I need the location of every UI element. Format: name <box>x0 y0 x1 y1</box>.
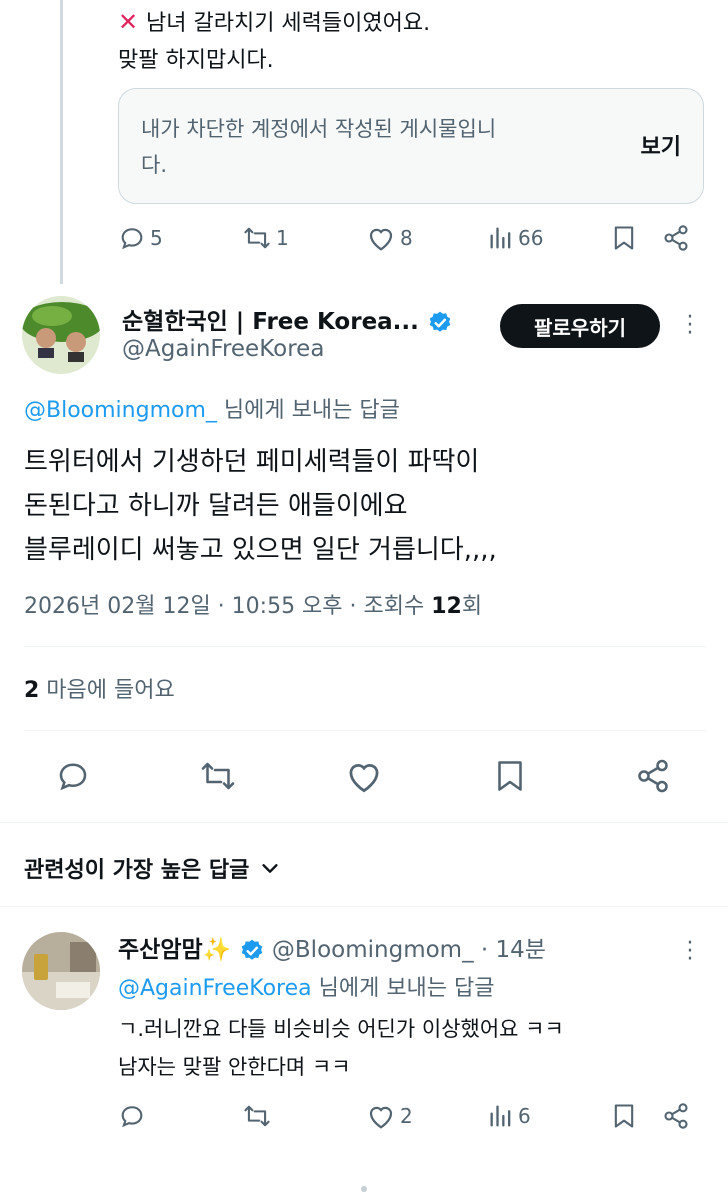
prev-post-line1: 남녀 갈라치기 세력들이였어요. <box>146 11 431 36</box>
reply-reply-to-line: @AgainFreeKorea 님에게 보내는 답글 <box>118 970 495 1002</box>
views-icon <box>490 1105 511 1127</box>
verified-badge-icon <box>241 939 262 960</box>
reply-count: 5 <box>150 226 163 250</box>
share-icon <box>638 759 668 793</box>
view-unit: 회 <box>461 594 483 619</box>
view-button[interactable]: 보기 <box>641 129 681 161</box>
heart-icon <box>369 228 393 251</box>
main-repost-button[interactable] <box>198 758 238 794</box>
reply-text-line1: ㄱ.러니깐요 다들 비슷비슷 어딘가 이상했어요 ㅋㅋ <box>118 1017 564 1041</box>
sort-dropdown[interactable]: 관련성이 가장 높은 답글 <box>24 852 281 884</box>
reply-share-button[interactable] <box>662 1102 690 1130</box>
chevron-down-icon <box>262 864 278 873</box>
loading-dot <box>361 1186 367 1192</box>
share-icon <box>664 225 688 251</box>
divider <box>24 730 706 731</box>
views-button[interactable]: 66 <box>488 224 543 252</box>
reply-button[interactable]: 5 <box>118 224 163 252</box>
divider <box>0 822 728 823</box>
like-count: 8 <box>400 226 413 250</box>
main-text-line2: 돈된다고 하니까 달려든 애들이에요 <box>24 491 408 521</box>
reply-time: · 14분 <box>473 937 546 963</box>
views-count: 66 <box>518 226 544 250</box>
like-button[interactable]: 8 <box>366 224 413 252</box>
main-share-button[interactable] <box>634 758 672 794</box>
reply-reply-to-handle[interactable]: @AgainFreeKorea <box>118 976 312 1001</box>
follow-button[interactable]: 팔로우하기 <box>500 304 660 348</box>
reply-author-handle[interactable]: @Bloomingmom_ <box>272 937 474 963</box>
main-reply-button[interactable] <box>54 758 92 794</box>
divider <box>0 906 728 907</box>
bookmark-icon <box>614 226 634 250</box>
bookmark-icon <box>498 761 522 791</box>
sort-label: 관련성이 가장 높은 답글 <box>24 858 250 883</box>
likes-count: 2 <box>24 678 40 703</box>
more-options-icon[interactable]: · · · <box>686 307 694 345</box>
reply-text: ㄱ.러니깐요 다들 비슷비슷 어딘가 이상했어요 ㅋㅋ 남자는 맞팔 안한다며 … <box>118 1010 708 1086</box>
prev-post-line2: 맞팔 하지맙시다. <box>118 48 274 73</box>
author-handle[interactable]: @AgainFreeKorea <box>122 336 324 362</box>
reply-views-count: 6 <box>518 1104 531 1128</box>
reply-to-suffix: 님에게 보내는 답글 <box>216 398 400 423</box>
repost-icon <box>244 227 270 249</box>
main-text-line1: 트위터에서 기생하던 페미세력들이 파딱이 <box>24 447 480 477</box>
verified-badge-icon <box>429 311 451 332</box>
author-name[interactable]: 순혈한국인 | Free Korea... <box>122 309 419 335</box>
bookmark-icon <box>614 1104 634 1128</box>
reply-bookmark-button[interactable] <box>612 1102 636 1130</box>
reply-icon <box>121 1106 143 1128</box>
blocked-notice: 내가 차단한 계정에서 작성된 게시물입니다. <box>141 117 497 177</box>
likes-label: 마음에 들어요 <box>39 678 175 703</box>
share-icon <box>664 1103 688 1129</box>
divider <box>24 646 706 647</box>
reply-header: 주산암맘✨ @Bloomingmom_ · 14분 <box>118 930 546 964</box>
main-text-line3: 블루레이디 써놓고 있으면 일단 거릅니다,,,, <box>24 535 497 565</box>
avatar-image <box>22 296 100 374</box>
view-count: 12 <box>431 594 462 619</box>
reply-like-count: 2 <box>400 1104 413 1128</box>
repost-icon <box>244 1105 270 1127</box>
cross-mark-icon: ✕ <box>118 8 139 36</box>
repost-count: 1 <box>276 226 289 250</box>
likes-row[interactable]: 2 마음에 들어요 <box>24 672 175 704</box>
avatar[interactable] <box>22 296 100 374</box>
reply-reply-button[interactable] <box>118 1102 150 1130</box>
main-bookmark-button[interactable] <box>494 758 526 794</box>
share-button[interactable] <box>662 224 690 252</box>
prev-post-text: ✕ 남녀 갈라치기 세력들이였어요. 맞팔 하지맙시다. <box>118 4 430 79</box>
heart-icon <box>349 764 379 793</box>
reply-text-line2: 남자는 맞팔 안한다며 ㅋㅋ <box>118 1055 351 1079</box>
reply-avatar-image <box>22 932 100 1010</box>
reply-icon <box>59 763 87 791</box>
main-like-button[interactable] <box>344 758 384 794</box>
reply-to-line: @Bloomingmom_ 님에게 보내는 답글 <box>24 392 400 424</box>
main-post-text: 트위터에서 기생하던 페미세력들이 파딱이 돈된다고 하니까 달려든 애들이에요… <box>24 440 714 572</box>
heart-icon <box>369 1106 393 1129</box>
views-icon <box>490 227 511 249</box>
reply-avatar[interactable] <box>22 932 100 1010</box>
reply-author-name[interactable]: 주산암맘✨ <box>118 937 231 963</box>
repost-icon <box>201 762 235 790</box>
reply-views-button[interactable]: 6 <box>488 1102 531 1130</box>
repost-button[interactable]: 1 <box>242 224 289 252</box>
reply-reply-to-suffix: 님에게 보내는 답글 <box>311 976 495 1001</box>
author-name-row[interactable]: 순혈한국인 | Free Korea... <box>122 302 453 336</box>
bookmark-button[interactable] <box>612 224 636 252</box>
blocked-quote-box: 내가 차단한 계정에서 작성된 게시물입니다. 보기 <box>118 88 704 204</box>
reply-repost-button[interactable] <box>242 1102 276 1130</box>
post-meta: 2026년 02월 12일 · 10:55 오후 · 조회수 12회 <box>24 588 482 620</box>
post-datetime[interactable]: 2026년 02월 12일 · 10:55 오후 · 조회수 <box>24 594 431 619</box>
reply-like-button[interactable]: 2 <box>366 1102 413 1130</box>
thread-line <box>60 0 63 284</box>
reply-more-options-icon[interactable]: · · · <box>686 933 694 971</box>
reply-icon <box>121 228 143 250</box>
reply-to-handle[interactable]: @Bloomingmom_ <box>24 398 217 423</box>
